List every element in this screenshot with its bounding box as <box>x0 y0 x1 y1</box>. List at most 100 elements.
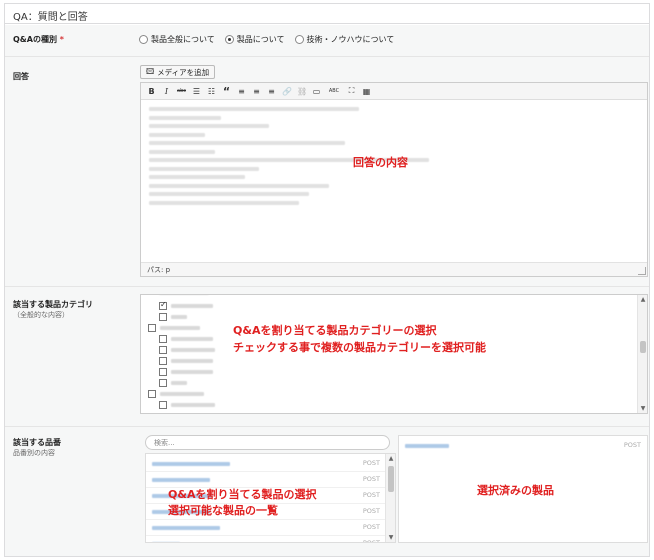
category-checkbox[interactable] <box>159 401 167 409</box>
add-media-button[interactable]: 🖾 メディアを追加 <box>140 65 216 79</box>
editor-toolbar: B I abc ☰ ☷ “ ≡ ≡ ≡ 🔗 ⛓ ▭ ABC ⛶ ▦ <box>141 83 647 100</box>
qa-type-radio-group: 製品全般について 製品について 技術・ノウハウについて <box>139 34 394 45</box>
post-tag: POST <box>623 441 641 449</box>
category-item[interactable] <box>148 390 204 398</box>
products-annotation-line1: Q&Aを割り当てる製品の選択 <box>168 488 317 501</box>
category-item[interactable] <box>159 300 213 310</box>
radio-product-label: 製品について <box>236 35 285 44</box>
products-sublabel: 品番別の内容 <box>13 449 55 457</box>
category-item[interactable] <box>159 368 213 376</box>
qa-type-label-text: Q&Aの種別 <box>13 35 57 44</box>
numbered-list-icon[interactable]: ☷ <box>207 87 216 96</box>
blurred-text-line <box>149 149 215 154</box>
radio-technical-dot[interactable] <box>294 35 304 44</box>
required-mark: * <box>59 35 64 44</box>
radio-product-dot[interactable] <box>224 35 234 44</box>
media-icon: 🖾 <box>146 66 155 76</box>
link-icon[interactable]: 🔗 <box>282 87 292 96</box>
radio-technical-label: 技術・ノウハウについて <box>306 35 395 44</box>
radio-general[interactable]: 製品全般について <box>139 34 215 45</box>
products-label: 該当する品番 <box>13 438 61 447</box>
panel-title: QA：質問と回答 <box>5 4 649 24</box>
blurred-text <box>171 359 213 363</box>
scroll-down-icon[interactable]: ▼ <box>386 534 395 541</box>
category-checkbox[interactable] <box>148 390 156 398</box>
qa-panel: QA：質問と回答 Q&Aの種別 * 製品全般について 製品について 技術・ノウハ… <box>4 3 650 557</box>
category-checkbox[interactable] <box>159 335 167 343</box>
product-list-item[interactable]: POST <box>146 456 386 472</box>
category-item[interactable] <box>159 294 209 295</box>
align-center-icon[interactable]: ≡ <box>252 87 261 96</box>
blurred-text <box>152 478 210 482</box>
blurred-text <box>159 294 209 295</box>
blurred-text <box>171 304 213 308</box>
post-tag: POST <box>362 475 380 483</box>
category-item[interactable] <box>148 324 200 332</box>
blurred-text-line <box>149 183 329 188</box>
products-scrollbar[interactable]: ▲ ▼ <box>385 454 395 542</box>
blurred-text <box>171 370 213 374</box>
category-item[interactable] <box>159 357 213 365</box>
post-tag: POST <box>362 491 380 499</box>
category-item[interactable] <box>159 313 187 321</box>
unlink-icon[interactable]: ⛓ <box>297 87 307 96</box>
category-label: 該当する製品カテゴリ <box>13 300 93 309</box>
radio-general-dot[interactable] <box>139 35 148 44</box>
resize-handle[interactable] <box>638 267 646 275</box>
category-item[interactable] <box>159 335 213 343</box>
italic-icon[interactable]: I <box>162 87 171 96</box>
category-checkbox[interactable] <box>159 357 167 365</box>
category-checkbox[interactable] <box>159 368 167 376</box>
scroll-up-icon[interactable]: ▲ <box>638 296 647 303</box>
scroll-down-icon[interactable]: ▼ <box>638 405 647 412</box>
bullet-list-icon[interactable]: ☰ <box>192 87 201 96</box>
post-tag: POST <box>362 539 380 543</box>
selected-products-list: POST 選択済みの製品 <box>398 435 648 543</box>
category-checkbox[interactable] <box>159 300 167 310</box>
answer-label: 回答 <box>13 72 29 81</box>
blurred-text <box>171 337 213 341</box>
category-scrollbar[interactable]: ▲ ▼ <box>637 295 647 413</box>
scroll-up-icon[interactable]: ▲ <box>386 455 395 462</box>
product-search-input[interactable]: 検索... <box>145 435 390 450</box>
blockquote-icon[interactable]: “ <box>222 85 231 98</box>
blurred-text <box>171 315 187 319</box>
category-item[interactable] <box>159 346 215 354</box>
product-list-item[interactable]: POST <box>146 520 386 536</box>
add-media-label: メディアを追加 <box>157 67 210 77</box>
blurred-text <box>160 326 200 330</box>
available-products-list: POST POST POST POST POST POST Q&Aを割り当てる製… <box>145 453 396 543</box>
radio-general-label: 製品全般について <box>151 35 215 44</box>
radio-product[interactable]: 製品について <box>224 34 285 45</box>
blurred-text-line <box>149 124 269 128</box>
product-list-item[interactable]: POST <box>146 536 386 543</box>
scroll-thumb[interactable] <box>640 341 646 353</box>
category-checkbox[interactable] <box>159 313 167 321</box>
category-checkbox[interactable] <box>148 324 156 332</box>
editor-path: パス: p <box>147 266 171 274</box>
align-right-icon[interactable]: ≡ <box>267 87 276 96</box>
category-checkbox[interactable] <box>159 379 167 387</box>
editor-content[interactable] <box>141 101 647 262</box>
category-checkbox[interactable] <box>159 346 167 354</box>
scroll-thumb[interactable] <box>388 466 394 492</box>
radio-technical[interactable]: 技術・ノウハウについて <box>294 34 395 45</box>
align-left-icon[interactable]: ≡ <box>237 87 246 96</box>
blurred-text <box>152 526 220 530</box>
category-checklist: Q&Aを割り当てる製品カテゴリーの選択 チェックする事で複数の製品カテゴリーを選… <box>140 294 648 414</box>
strikethrough-icon[interactable]: abc <box>177 88 186 94</box>
category-row: 該当する製品カテゴリ （全般的な内容） Q&Aを割り当てる製品カテゴリーの選択 … <box>5 287 649 427</box>
category-item[interactable] <box>159 379 187 387</box>
kitchen-sink-icon[interactable]: ▦ <box>362 87 371 96</box>
blurred-text <box>405 444 449 448</box>
category-item[interactable] <box>159 401 215 409</box>
spellcheck-icon[interactable]: ABC <box>327 88 341 94</box>
post-tag: POST <box>362 507 380 515</box>
bold-icon[interactable]: B <box>147 87 156 96</box>
more-icon[interactable]: ▭ <box>312 87 321 96</box>
product-list-item[interactable]: POST <box>146 472 386 488</box>
editor-status-bar: パス: p <box>141 262 647 276</box>
category-annotation-line1: Q&Aを割り当てる製品カテゴリーの選択 <box>233 324 437 337</box>
fullscreen-icon[interactable]: ⛶ <box>347 86 356 96</box>
blurred-text-line <box>149 166 259 171</box>
